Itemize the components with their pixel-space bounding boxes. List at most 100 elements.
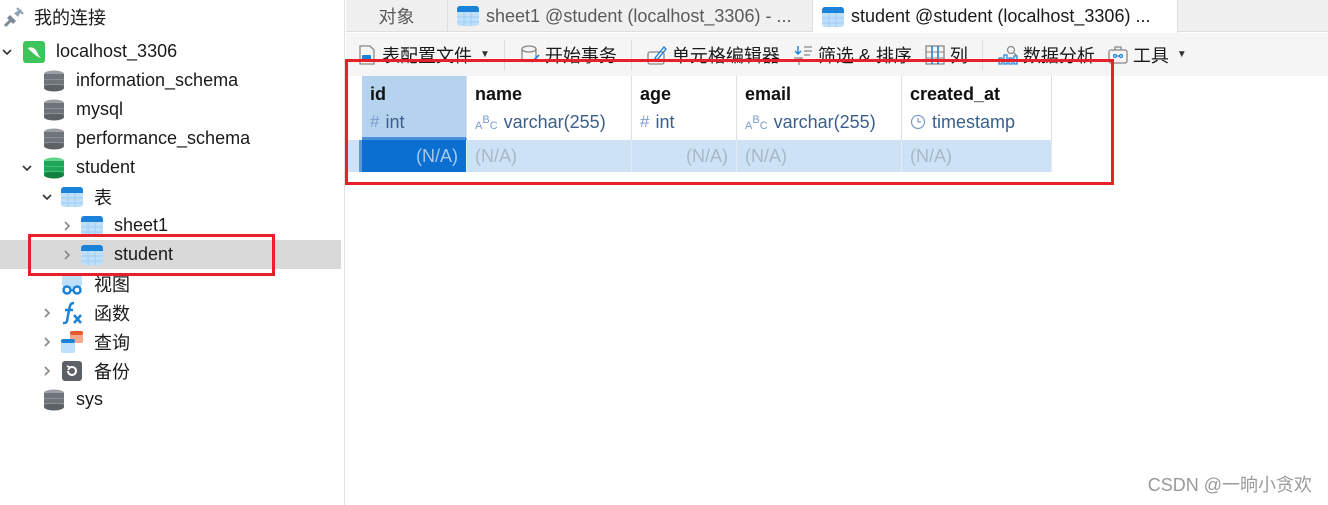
column-type: varchar(255) [503,111,606,132]
begin-transaction-label: 开始事务 [544,45,617,66]
tab-bar: 对象 sheet1 @student (localhost_3306) - ..… [346,0,1328,33]
database-icon [42,69,66,93]
column-type: varchar(255) [773,111,876,132]
watermark: CSDN @一晌小贪欢 [1147,475,1312,495]
function-icon [60,301,84,325]
tab-label: student @student (localhost_3306) ... [851,6,1151,26]
plug-icon [2,5,26,29]
data-analysis-icon [997,44,1019,66]
chevron-right-icon[interactable] [40,335,54,349]
grid-cell-id[interactable]: (N/A) [362,140,467,172]
database-label: mysql [76,99,124,119]
views-folder-label: 视图 [94,274,130,295]
tree-item-functions-folder[interactable]: 函数 [0,298,341,327]
table-profile-button[interactable]: 表配置文件 ▼ [350,37,496,73]
dropdown-caret-icon[interactable]: ▼ [1177,49,1187,60]
database-label: information_schema [76,70,239,90]
navigation-sidebar: 我的连接 localhost_3306 information_schema m… [0,0,345,505]
chevron-right-icon[interactable] [60,219,74,233]
column-name: name [475,84,523,104]
column-type: int [385,111,405,132]
cell-editor-label: 单元格编辑器 [671,45,780,66]
begin-transaction-button[interactable]: 开始事务 [513,37,623,73]
grid-cell-email[interactable]: (N/A) [737,140,902,172]
tree-item-database[interactable]: sys [0,385,341,414]
tab-label: 对象 [378,7,415,27]
hash-icon: # [370,112,380,131]
tab-label: sheet1 @student (localhost_3306) - ... [486,5,792,26]
mysql-connection-icon [22,40,46,64]
grid-cell-age[interactable]: (N/A) [632,140,737,172]
database-open-icon [42,156,66,180]
tree-item-table[interactable]: sheet1 [0,211,341,240]
column-header-age[interactable]: age # int [632,76,737,140]
grid-cell-created-at[interactable]: (N/A) [902,140,1052,172]
column-header-id[interactable]: id # int [362,76,467,140]
dropdown-caret-icon[interactable]: ▼ [480,49,490,60]
chevron-right-icon[interactable] [60,248,74,262]
database-icon [42,98,66,122]
tools-button[interactable]: 工具 ▼ [1101,37,1193,73]
chevron-right-icon[interactable] [40,306,54,320]
tree-item-database[interactable]: performance_schema [0,124,341,153]
filter-sort-icon [792,44,814,66]
tree-item-table-selected[interactable]: student [0,240,341,269]
table-profile-icon [356,44,378,66]
columns-label: 列 [949,45,968,66]
tree-item-tables-folder[interactable]: 表 [0,182,341,211]
backup-icon [60,359,84,383]
query-icon [60,330,84,354]
backups-folder-label: 备份 [94,361,130,382]
toolbar-divider [630,39,632,70]
database-icon [42,388,66,412]
column-name: email [745,84,792,104]
chevron-right-icon[interactable] [40,364,54,378]
column-header-created-at[interactable]: created_at timestamp [902,76,1052,140]
table-icon [80,243,104,267]
toolbox-icon [1107,44,1129,66]
tools-label: 工具 [1132,45,1169,66]
tree-item-backups-folder[interactable]: 备份 [0,356,341,385]
column-name: age [640,84,672,104]
toolbar-divider [981,39,983,70]
tree-item-database[interactable]: information_schema [0,66,341,95]
columns-icon [924,44,946,66]
column-name: created_at [910,84,1001,104]
cell-editor-icon [646,44,668,66]
table-profile-label: 表配置文件 [382,45,472,66]
table-icon [821,5,845,29]
database-icon [42,127,66,151]
grid-cell-name[interactable]: (N/A) [467,140,632,172]
column-header-name[interactable]: name A B C varchar(255) [467,76,632,140]
tree-item-views-folder[interactable]: 视图 [0,269,341,298]
tab-student-active[interactable]: student @student (localhost_3306) ... [813,0,1178,33]
cell-editor-button[interactable]: 单元格编辑器 [640,37,786,73]
column-name: id [370,84,386,104]
tree-item-database-student[interactable]: student [0,153,341,182]
hash-icon: # [640,112,650,131]
database-label: student [76,157,136,177]
tab-objects[interactable]: 对象 [346,0,448,32]
column-type: int [655,111,675,132]
tree-item-connection[interactable]: localhost_3306 [0,37,341,66]
chevron-down-icon[interactable] [0,45,14,59]
abc-icon: ABC [745,114,768,132]
data-analysis-button[interactable]: 数据分析 [991,37,1101,73]
tree-root-label: 我的连接 [34,7,106,28]
tree-root-my-connections[interactable]: 我的连接 [0,2,341,31]
chevron-down-icon[interactable] [20,161,34,175]
abc-icon: ABC [475,114,498,132]
row-indicator[interactable] [348,140,362,172]
filter-sort-button[interactable]: 筛选 & 排序 [786,37,918,73]
tables-folder-label: 表 [94,187,112,208]
tab-sheet1[interactable]: sheet1 @student (localhost_3306) - ... [448,0,813,32]
column-header-email[interactable]: email A B C varchar(255) [737,76,902,140]
columns-button[interactable]: 列 [918,37,974,73]
chevron-down-icon[interactable] [40,190,54,204]
clock-icon [910,114,926,130]
table-icon [80,214,104,238]
tree-item-database[interactable]: mysql [0,95,341,124]
column-type: timestamp [932,111,1016,132]
transaction-icon [519,44,541,66]
tree-item-queries-folder[interactable]: 查询 [0,327,341,356]
